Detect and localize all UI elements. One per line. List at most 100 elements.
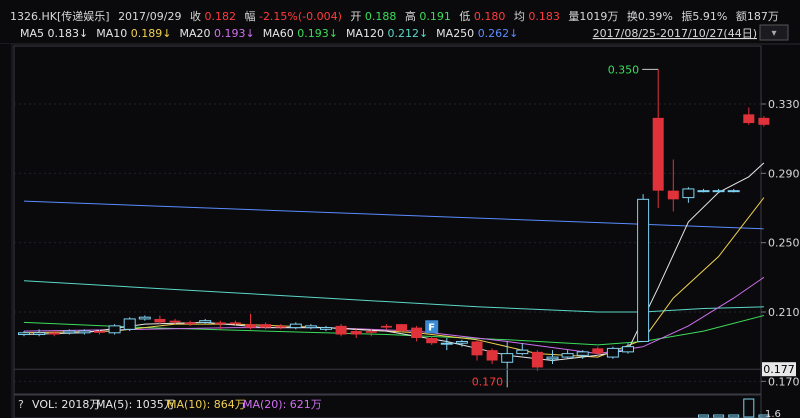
- candle-41[interactable]: [637, 194, 650, 342]
- header-field-8: 高: [405, 9, 420, 23]
- header-field-16: 振5.91%: [681, 9, 730, 23]
- candle-body-38: [592, 348, 604, 354]
- candle-31[interactable]: [486, 348, 498, 364]
- candle-body-42: [652, 117, 664, 191]
- candle-24[interactable]: [380, 324, 392, 330]
- candle-body-8: [138, 316, 151, 320]
- candle-21[interactable]: [335, 324, 347, 337]
- candle-body-13: [214, 322, 226, 325]
- y-tick-label-0: 0.330: [768, 98, 800, 111]
- header-field-14: 量1019万: [568, 10, 622, 23]
- candle-body-19: [304, 325, 317, 329]
- ma-legend-value-1: 0.189↓: [131, 27, 172, 40]
- candle-body-5: [94, 331, 105, 333]
- ma-legend-label-0: MA5: [20, 27, 48, 40]
- candle-20[interactable]: [320, 325, 332, 332]
- ma-legend-value-0: 0.183↓: [48, 27, 89, 40]
- candle-18[interactable]: [289, 322, 302, 330]
- candle-28[interactable]: [440, 338, 453, 351]
- candle-17[interactable]: [275, 324, 287, 330]
- candle-body-6: [108, 325, 121, 334]
- volume-ma10: MA(10): 864万: [167, 398, 246, 411]
- candle-0[interactable]: [18, 331, 30, 337]
- candle-47[interactable]: [727, 188, 740, 193]
- candle-30[interactable]: [471, 339, 483, 361]
- candle-body-41: [637, 198, 650, 342]
- header-field-0: 1326.HK[传递娱乐]: [10, 9, 113, 23]
- f-event-marker-label: F: [428, 322, 435, 333]
- header-field-9: 0.191: [419, 10, 454, 23]
- candle-22[interactable]: [350, 329, 362, 338]
- header-field-17: 额187万: [736, 10, 779, 23]
- ma-legend-value-2: 0.193↓: [214, 27, 255, 40]
- candle-body-2: [48, 332, 60, 335]
- candle-6[interactable]: [108, 324, 121, 335]
- date-range-link[interactable]: 2017/08/25-2017/10/27(44日): [593, 27, 757, 40]
- candle-9[interactable]: [154, 315, 166, 325]
- header-field-2: 收: [190, 9, 205, 23]
- candle-body-15: [245, 324, 256, 328]
- candle-39[interactable]: [606, 346, 619, 359]
- candle-body-44: [682, 188, 695, 199]
- ma-legend-label-5: MA250: [436, 27, 478, 40]
- candle-body-47: [727, 190, 740, 193]
- ma-line-ma20: [23, 276, 765, 355]
- candle-body-30: [471, 341, 483, 356]
- candle-body-23: [365, 331, 377, 333]
- ma-legend-value-5: 0.262↓: [478, 27, 519, 40]
- range-button-arrow-icon: ▾: [771, 28, 776, 39]
- y-tick-label-1: 0.290: [768, 167, 800, 180]
- candle-42[interactable]: [652, 69, 664, 208]
- candle-12[interactable]: [199, 318, 212, 325]
- candle-48[interactable]: [743, 107, 755, 125]
- candle-body-29: [455, 340, 468, 344]
- candle-43[interactable]: [667, 159, 679, 212]
- candle-40[interactable]: [622, 343, 634, 354]
- candle-body-49: [758, 117, 770, 125]
- candle-8[interactable]: [138, 315, 151, 321]
- candle-15[interactable]: [245, 313, 256, 330]
- header-field-5: -2.15%(-0.004): [259, 10, 345, 23]
- candle-body-14: [229, 322, 241, 325]
- kline-chart-canvas[interactable]: 1326.HK[传递娱乐] 2017/09/29 收 0.182 幅 -2.15…: [0, 0, 800, 418]
- ma-legend-label-1: MA10: [96, 27, 131, 40]
- candle-45[interactable]: [697, 188, 710, 193]
- help-icon[interactable]: ?: [18, 398, 24, 411]
- candle-body-1: [33, 332, 46, 336]
- candle-body-35: [546, 356, 559, 360]
- candle-19[interactable]: [304, 324, 317, 330]
- ma-legend-label-4: MA120: [346, 27, 388, 40]
- candle-27[interactable]: [426, 336, 438, 345]
- ma-legend-value-3: 0.193↓: [297, 27, 338, 40]
- header-field-12: 均: [514, 10, 529, 23]
- candle-body-48: [743, 114, 755, 124]
- candle-7[interactable]: [123, 317, 136, 332]
- candle-36[interactable]: [561, 350, 574, 359]
- candle-body-4: [78, 330, 91, 334]
- candle-34[interactable]: [531, 350, 543, 371]
- candle-11[interactable]: [184, 320, 196, 326]
- high-marker-label: 0.350: [608, 63, 640, 76]
- volume-ma20: MA(20): 621万: [243, 398, 322, 411]
- candle-body-22: [350, 331, 362, 335]
- ma-line-ma10: [23, 197, 765, 358]
- candle-16[interactable]: [260, 322, 272, 330]
- candle-49[interactable]: [758, 116, 770, 127]
- candle-body-16: [260, 324, 272, 328]
- candle-body-28: [440, 342, 453, 345]
- candle-body-20: [320, 327, 332, 330]
- candle-35[interactable]: [546, 350, 559, 364]
- candle-body-18: [289, 323, 302, 329]
- candle-44[interactable]: [682, 187, 695, 203]
- candle-26[interactable]: [411, 325, 423, 342]
- candle-body-9: [154, 318, 166, 323]
- price-axis: 0.330 0.290 0.250 0.210 0.170: [761, 98, 800, 388]
- candle-46[interactable]: [712, 188, 725, 193]
- ma-line-ma120: [23, 280, 764, 313]
- ma-legend-value-4: 0.212↓: [387, 27, 428, 40]
- candle-body-45: [697, 190, 710, 193]
- ma-legend-label-3: MA60: [263, 27, 298, 40]
- header-field-13: 0.183: [528, 10, 563, 23]
- quote-header: 1326.HK[传递娱乐] 2017/09/29 收 0.182 幅 -2.15…: [10, 9, 779, 23]
- candle-38[interactable]: [592, 346, 604, 356]
